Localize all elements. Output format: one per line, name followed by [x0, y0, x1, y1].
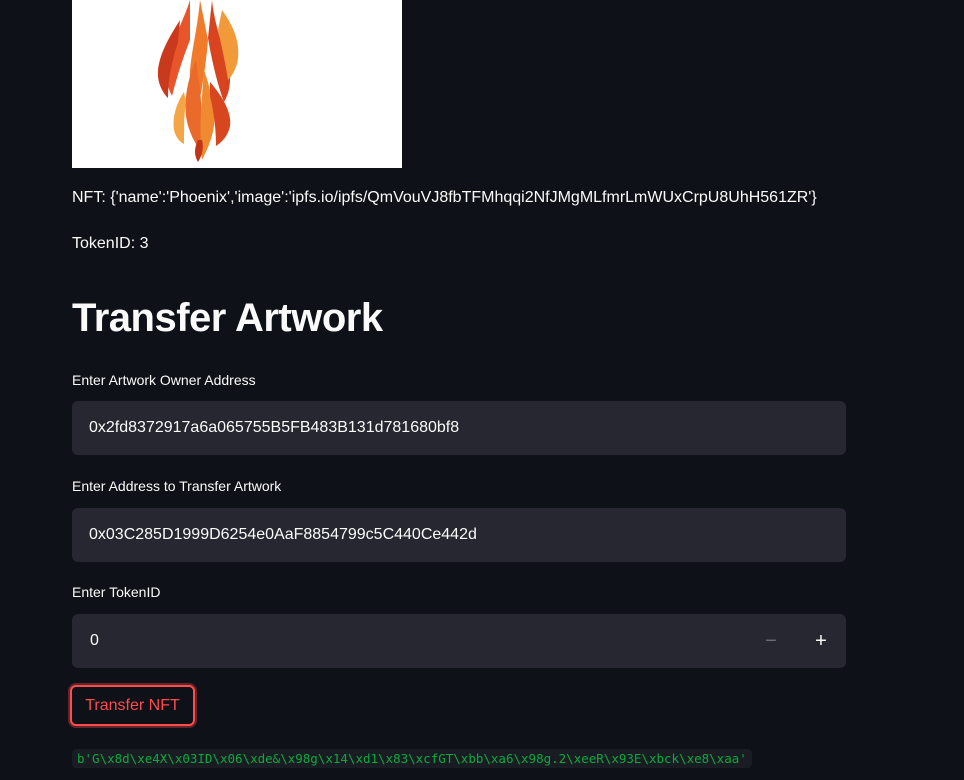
token-id-value: 0	[90, 632, 99, 649]
transfer-address-value: 0x03C285D1999D6254e0AaF8854799c5C440Ce44…	[89, 526, 477, 543]
token-id-text: TokenID: 3	[72, 235, 149, 252]
owner-address-label: Enter Artwork Owner Address	[72, 372, 256, 388]
owner-address-input[interactable]: 0x2fd8372917a6a065755B5FB483B131d781680b…	[72, 401, 846, 455]
transfer-address-input[interactable]: 0x03C285D1999D6254e0AaF8854799c5C440Ce44…	[72, 508, 846, 562]
transfer-nft-button[interactable]: Transfer NFT	[70, 685, 195, 726]
decrement-button[interactable]: −	[746, 614, 796, 668]
page-title: Transfer Artwork	[72, 296, 383, 340]
phoenix-artwork-icon	[157, 0, 239, 162]
transfer-address-label: Enter Address to Transfer Artwork	[72, 478, 282, 494]
token-id-label: Enter TokenID	[72, 584, 161, 600]
owner-address-value: 0x2fd8372917a6a065755B5FB483B131d781680b…	[89, 419, 460, 436]
nft-info-text: NFT: {'name':'Phoenix','image':'ipfs.io/…	[72, 189, 817, 206]
increment-button[interactable]: +	[796, 614, 846, 668]
token-id-input[interactable]: 0 − +	[72, 614, 846, 668]
transaction-hash-output: b'G\x8d\xe4X\x03ID\x06\xde&\x98g\x14\xd1…	[72, 749, 752, 768]
nft-image	[72, 0, 402, 168]
